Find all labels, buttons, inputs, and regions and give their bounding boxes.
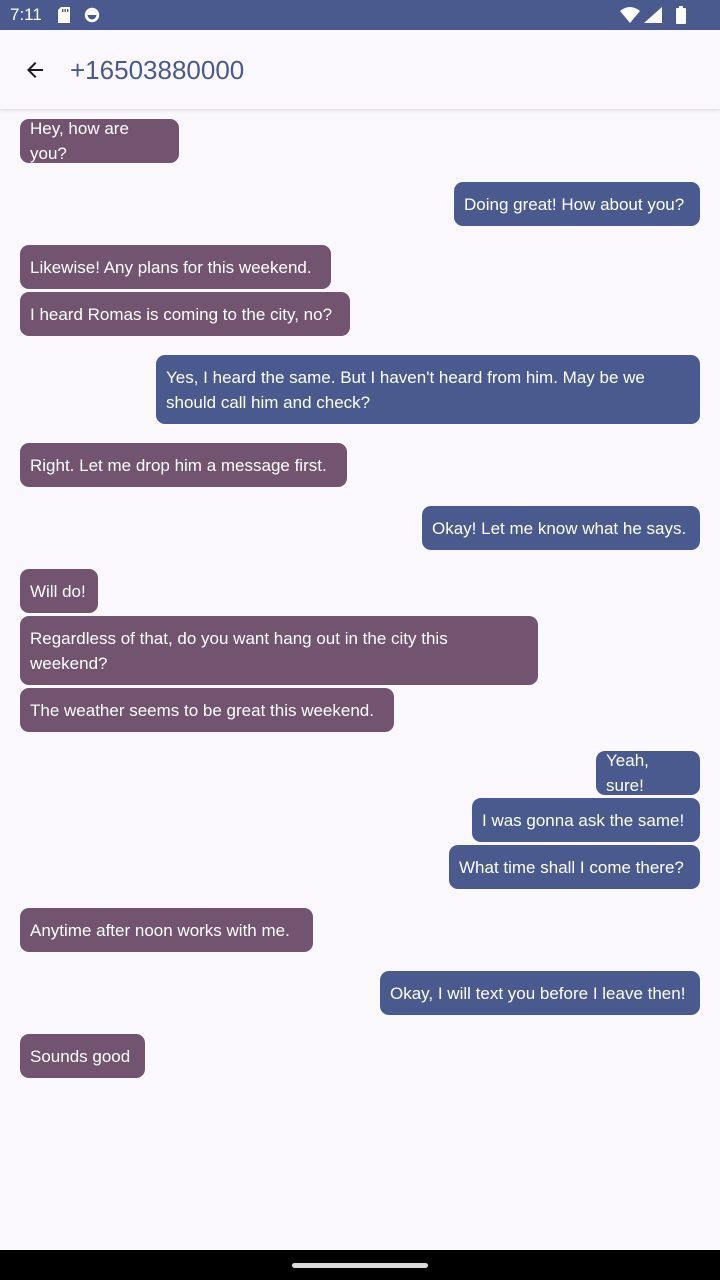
- app-bar: +16503880000: [0, 30, 720, 110]
- message-bubble-outgoing[interactable]: Doing great! How about you?: [454, 182, 700, 226]
- sync-icon: [84, 7, 100, 23]
- back-button[interactable]: [16, 51, 54, 89]
- message-bubble-outgoing[interactable]: I was gonna ask the same!: [472, 798, 700, 842]
- message-bubble-incoming[interactable]: I heard Romas is coming to the city, no?: [20, 292, 350, 336]
- status-bar: 7:11: [0, 0, 720, 30]
- message-bubble-incoming[interactable]: The weather seems to be great this weeke…: [20, 688, 394, 732]
- navigation-bar: [0, 1250, 720, 1280]
- home-gesture-handle[interactable]: [292, 1263, 428, 1268]
- status-time: 7:11: [10, 5, 42, 24]
- message-bubble-incoming[interactable]: Anytime after noon works with me.: [20, 908, 313, 952]
- message-bubble-outgoing[interactable]: What time shall I come there?: [449, 845, 700, 889]
- message-bubble-incoming[interactable]: Sounds good: [20, 1034, 145, 1078]
- wifi-icon: [620, 7, 640, 23]
- sd-card-icon: [58, 7, 70, 23]
- message-bubble-incoming[interactable]: Likewise! Any plans for this weekend.: [20, 245, 331, 289]
- message-bubble-outgoing[interactable]: Okay, I will text you before I leave the…: [380, 971, 700, 1015]
- arrow-back-icon: [27, 62, 43, 78]
- message-bubble-incoming[interactable]: Right. Let me drop him a message first.: [20, 443, 347, 487]
- message-bubble-incoming[interactable]: Regardless of that, do you want hang out…: [20, 616, 538, 685]
- message-bubble-outgoing[interactable]: Okay! Let me know what he says.: [422, 506, 700, 550]
- message-bubble-outgoing[interactable]: Yes, I heard the same. But I haven't hea…: [156, 355, 700, 424]
- conversation-title: +16503880000: [70, 55, 245, 85]
- message-bubble-incoming[interactable]: Will do!: [20, 569, 98, 613]
- signal-icon: [644, 7, 662, 23]
- message-bubble-incoming[interactable]: Hey, how are you?: [20, 119, 179, 163]
- battery-icon: [676, 6, 686, 24]
- message-bubble-outgoing[interactable]: Yeah, sure!: [596, 751, 700, 795]
